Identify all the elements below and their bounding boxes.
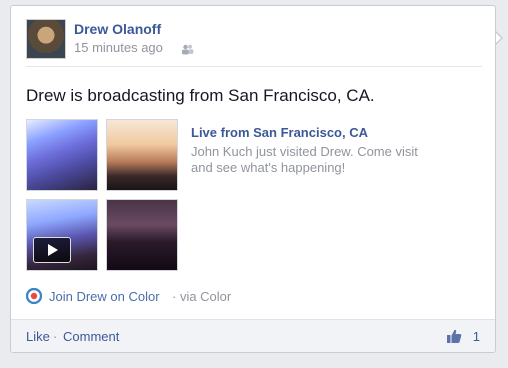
header-divider <box>26 66 482 67</box>
like-count-number: 1 <box>472 329 480 344</box>
avatar[interactable] <box>26 19 66 59</box>
friends-icon[interactable] <box>181 42 194 55</box>
sunset-photo[interactable] <box>106 119 178 191</box>
like-button[interactable]: Like <box>26 329 50 344</box>
timestamp[interactable]: 15 minutes ago <box>74 40 163 55</box>
comment-button[interactable]: Comment <box>63 329 119 344</box>
attachment-description: John Kuch just visited Drew. Come visit … <box>191 144 418 175</box>
story-header: Drew Olanoff 15 minutes ago <box>26 19 484 63</box>
author-name[interactable]: Drew Olanoff <box>74 21 161 37</box>
video-thumbnail[interactable] <box>26 199 98 271</box>
story-card: Drew Olanoff 15 minutes ago Drew is broa… <box>10 5 496 353</box>
status-text: Drew is broadcasting from San Francisco,… <box>26 86 375 105</box>
attachment-title[interactable]: Live from San Francisco, CA <box>191 125 368 140</box>
thumbs-up-icon <box>446 328 462 344</box>
card-caret <box>494 30 503 46</box>
dark-photo[interactable] <box>106 199 178 271</box>
story-footer: Like · Comment 1 <box>11 319 495 352</box>
like-count[interactable]: 1 <box>446 328 480 344</box>
play-icon[interactable] <box>33 237 71 263</box>
via-text: · via Color <box>172 289 232 304</box>
separator: · <box>53 329 58 344</box>
color-app-icon <box>25 287 43 305</box>
city-photo[interactable] <box>26 119 98 191</box>
join-link[interactable]: Join Drew on Color <box>49 289 160 304</box>
